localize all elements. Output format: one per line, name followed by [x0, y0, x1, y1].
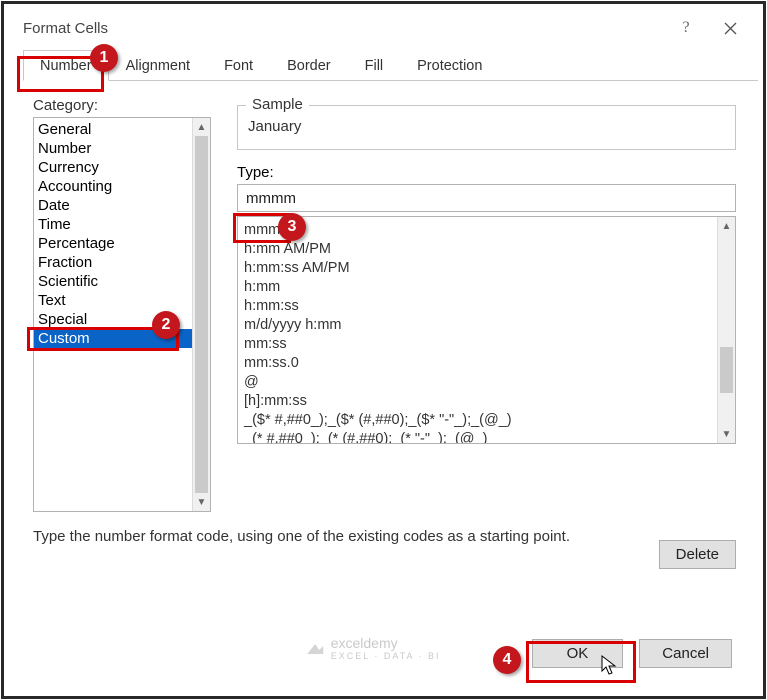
tab-protection[interactable]: Protection [400, 50, 499, 81]
category-item[interactable]: Percentage [38, 234, 192, 253]
scrollbar[interactable]: ▲ ▼ [192, 118, 210, 511]
type-option[interactable]: m/d/yyyy h:mm [244, 316, 711, 335]
type-option[interactable]: _(* #,##0_);_(* (#,##0);_(* "-"_);_(@_) [244, 430, 711, 443]
type-input[interactable] [237, 184, 736, 212]
callout-3: 3 [278, 213, 306, 241]
scroll-down-icon[interactable]: ▼ [718, 425, 735, 443]
category-item[interactable]: Scientific [38, 272, 192, 291]
type-option[interactable]: h:mm:ss [244, 297, 711, 316]
scroll-up-icon[interactable]: ▲ [718, 217, 735, 235]
type-option[interactable]: h:mm:ss AM/PM [244, 259, 711, 278]
category-item[interactable]: Currency [38, 158, 192, 177]
tabs: Number Alignment Font Border Fill Protec… [23, 49, 758, 81]
scroll-down-icon[interactable]: ▼ [193, 493, 210, 511]
category-listbox[interactable]: General Number Currency Accounting Date … [33, 117, 211, 512]
type-option[interactable]: mm:ss [244, 335, 711, 354]
delete-row: Delete [659, 540, 736, 569]
cancel-button[interactable]: Cancel [639, 639, 732, 668]
category-item[interactable]: General [38, 120, 192, 139]
type-option[interactable]: [h]:mm:ss [244, 392, 711, 411]
sample-legend: Sample [246, 96, 309, 113]
type-listbox[interactable]: mmm-yy h:mm AM/PM h:mm:ss AM/PM h:mm h:m… [237, 216, 736, 444]
watermark-icon [305, 640, 325, 656]
category-item[interactable]: Accounting [38, 177, 192, 196]
help-icon[interactable]: ? [664, 9, 708, 47]
type-option[interactable]: @ [244, 373, 711, 392]
category-item[interactable]: Text [38, 291, 192, 310]
type-option[interactable]: h:mm AM/PM [244, 240, 711, 259]
scroll-up-icon[interactable]: ▲ [193, 118, 210, 136]
scrollbar[interactable]: ▲ ▼ [717, 217, 735, 443]
tab-border[interactable]: Border [270, 50, 348, 81]
type-option[interactable]: mmm-yy [244, 221, 711, 240]
delete-button[interactable]: Delete [659, 540, 736, 569]
tab-font[interactable]: Font [207, 50, 270, 81]
category-item[interactable]: Date [38, 196, 192, 215]
callout-4: 4 [493, 646, 521, 674]
callout-1: 1 [90, 44, 118, 72]
watermark-sub: EXCEL · DATA · BI [331, 651, 441, 661]
category-item[interactable]: Time [38, 215, 192, 234]
callout-2: 2 [152, 311, 180, 339]
category-item[interactable]: Number [38, 139, 192, 158]
watermark: exceldemy EXCEL · DATA · BI [305, 635, 441, 661]
type-label: Type: [237, 164, 736, 181]
button-row: OK Cancel [532, 639, 732, 668]
scroll-thumb[interactable] [195, 136, 208, 493]
tab-alignment[interactable]: Alignment [109, 50, 207, 81]
category-item[interactable]: Fraction [38, 253, 192, 272]
category-column: Category: General Number Currency Accoun… [33, 97, 211, 512]
sample-value: January [248, 108, 725, 135]
right-column: Sample January Type: mmm-yy h:mm AM/PM h… [237, 97, 736, 512]
type-option[interactable]: h:mm [244, 278, 711, 297]
watermark-name: exceldemy [331, 635, 398, 651]
screenshot-frame: Format Cells ? Number Alignment Font Bor… [1, 1, 766, 699]
type-list: mmm-yy h:mm AM/PM h:mm:ss AM/PM h:mm h:m… [238, 217, 717, 443]
category-label: Category: [33, 97, 211, 114]
type-option[interactable]: mm:ss.0 [244, 354, 711, 373]
type-option[interactable]: _($* #,##0_);_($* (#,##0);_($* "-"_);_(@… [244, 411, 711, 430]
format-cells-dialog: Format Cells ? Number Alignment Font Bor… [9, 9, 758, 691]
dialog-title: Format Cells [23, 20, 108, 37]
titlebar: Format Cells ? [9, 9, 758, 47]
close-icon[interactable] [708, 9, 752, 47]
cursor-icon [601, 655, 619, 677]
sample-group: Sample January [237, 105, 736, 150]
tab-fill[interactable]: Fill [348, 50, 401, 81]
tab-content: Category: General Number Currency Accoun… [9, 81, 758, 512]
hint-text: Type the number format code, using one o… [9, 512, 758, 545]
scroll-thumb[interactable] [720, 347, 733, 393]
